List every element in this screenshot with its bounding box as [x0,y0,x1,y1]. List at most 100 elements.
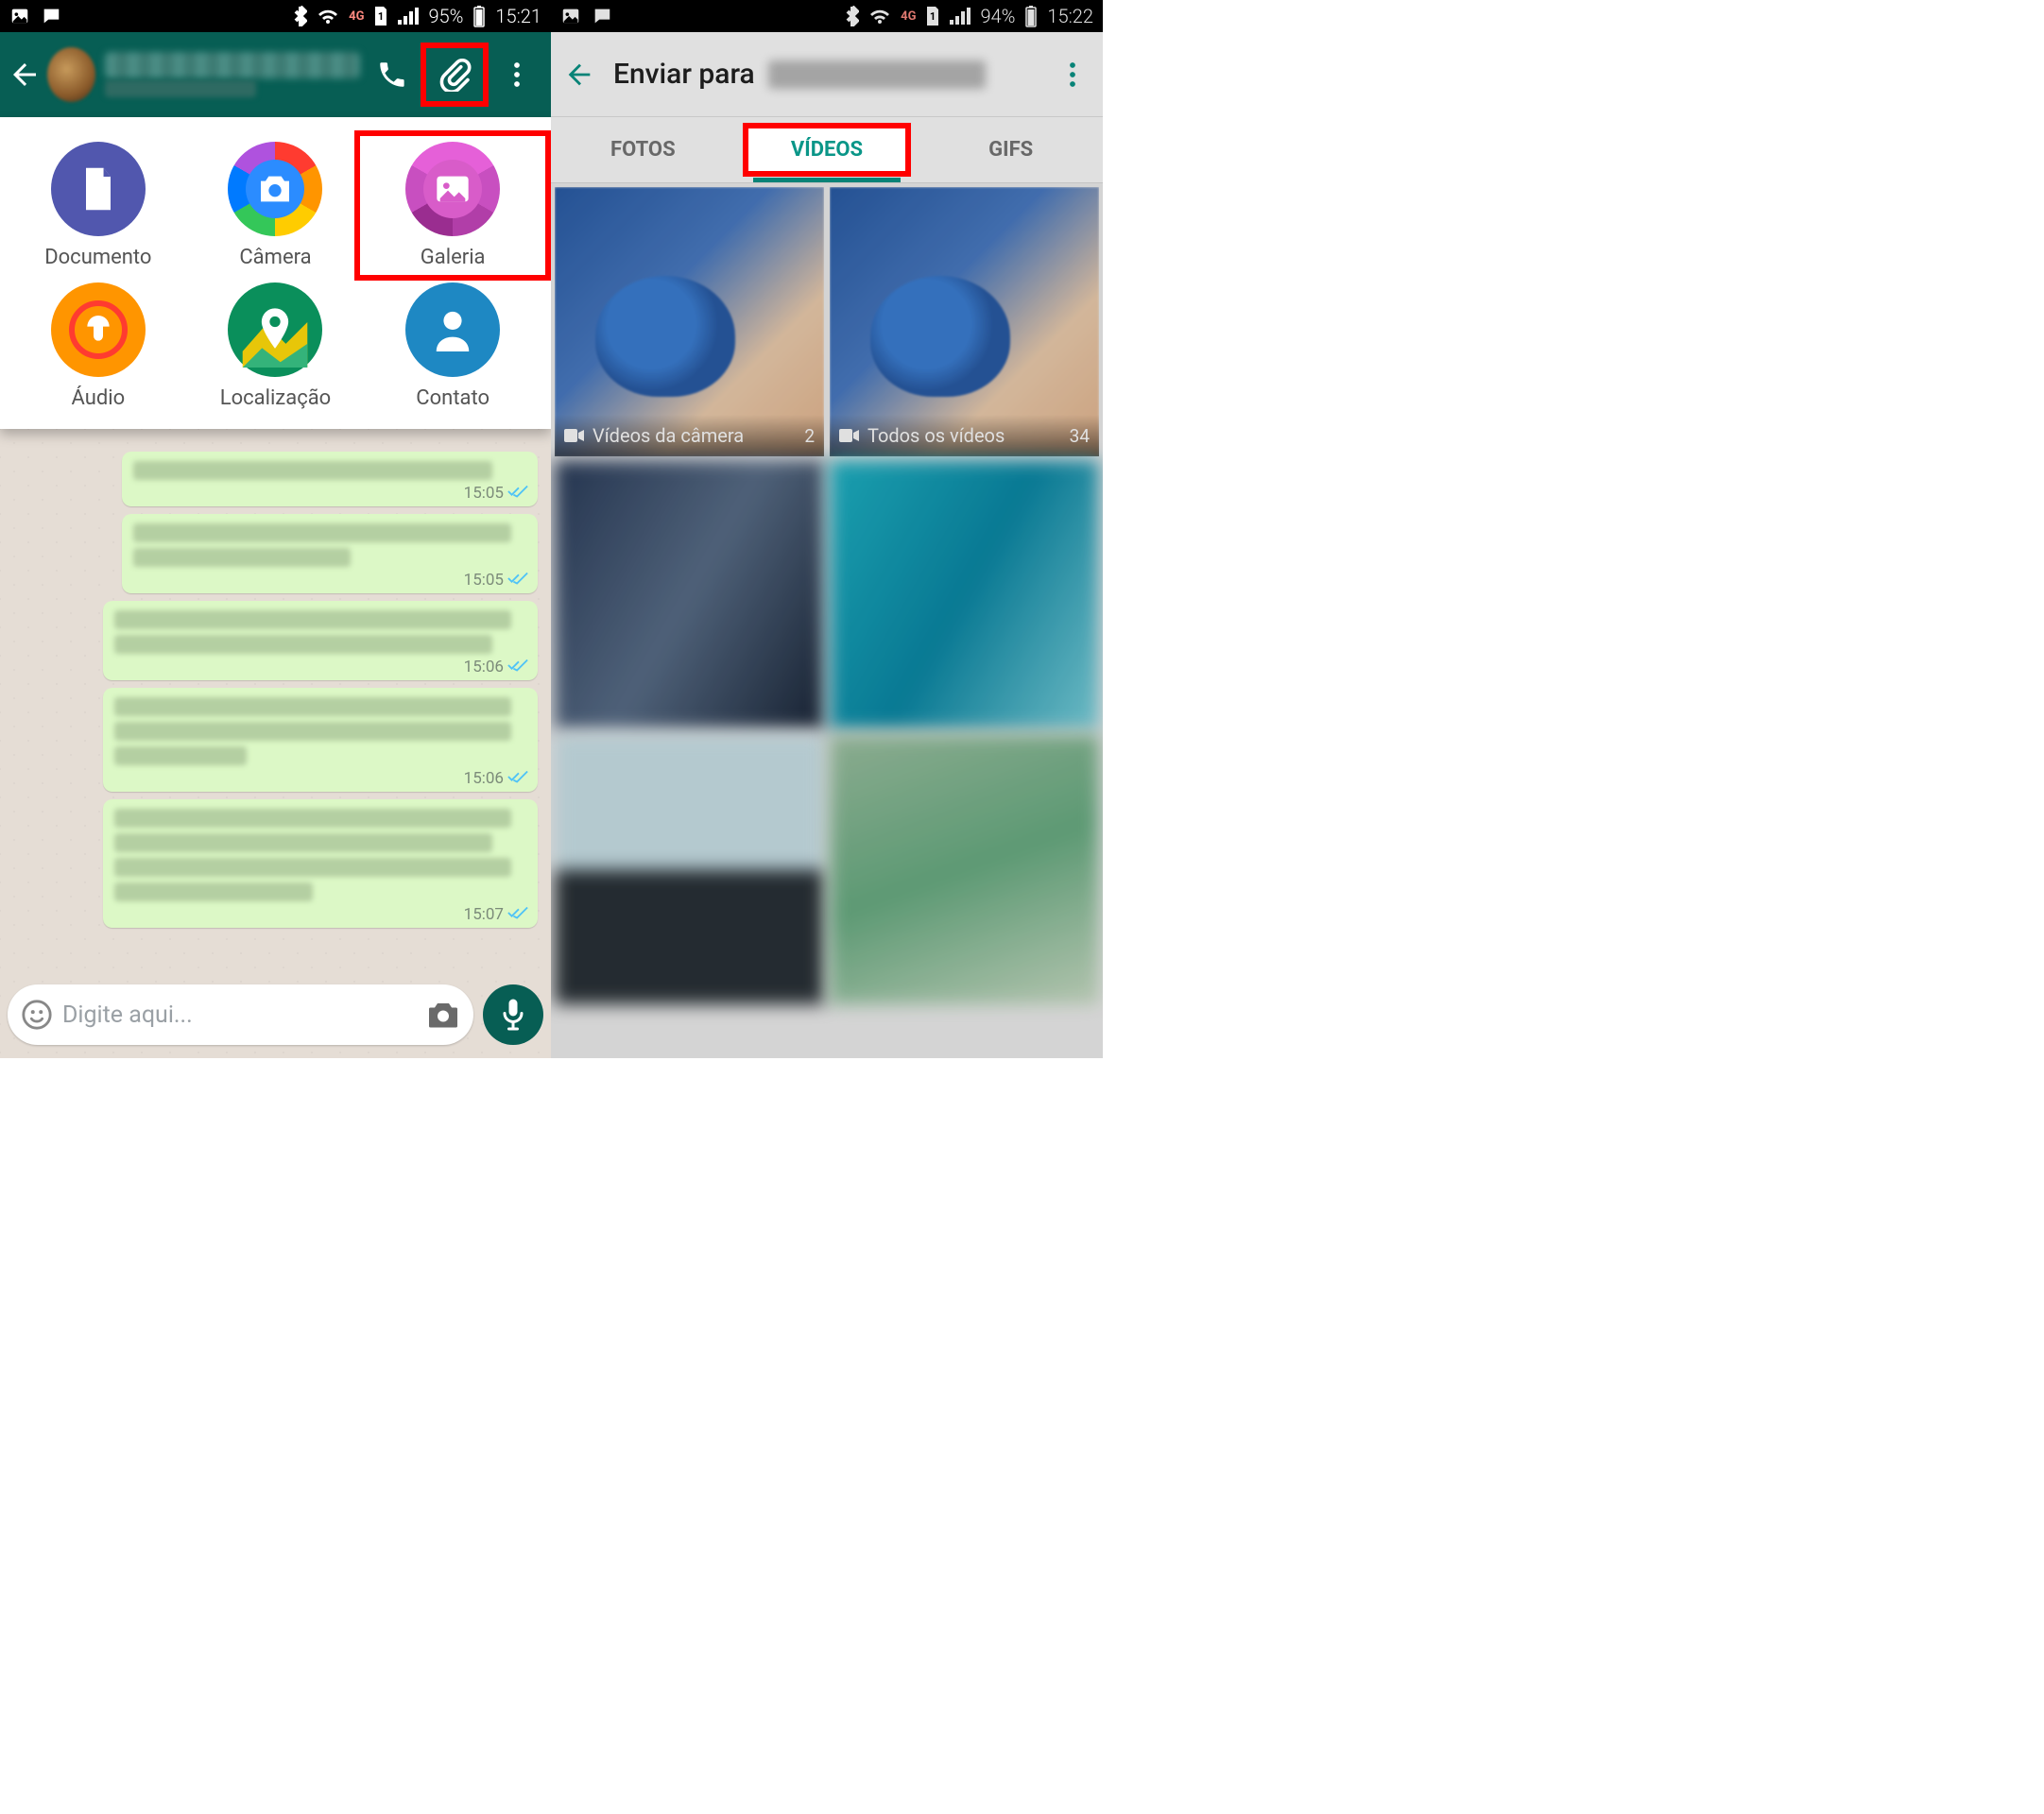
attach-label: Contato [416,386,490,410]
image-icon [9,6,30,26]
album-grid [551,460,1103,1008]
wifi-icon [868,7,891,26]
chat-header [0,32,551,117]
media-tabs: FOTOS VÍDEOS GIFS [551,117,1103,183]
battery-text: 94% [980,5,1015,27]
read-check-icon [507,769,528,788]
tab-gifs[interactable]: GIFS [919,117,1103,182]
contact-avatar[interactable] [47,47,95,102]
attach-label: Câmera [239,246,311,269]
back-button[interactable] [558,59,600,91]
album-thumb[interactable] [555,460,824,729]
message-bubble[interactable]: 15:06 [103,601,538,680]
image-icon [560,6,581,26]
phone-right: 4G 1 94% 15:22 Enviar para FOTOS VÍDEOS … [551,0,1103,1058]
back-button[interactable] [8,46,42,103]
document-icon [51,142,146,236]
clock-text: 15:22 [1047,5,1093,27]
camera-icon[interactable] [426,1000,460,1030]
msg-time: 15:05 [464,571,504,590]
more-button[interactable] [490,48,543,101]
attach-camera[interactable]: Câmera [187,142,365,275]
contact-name [105,52,360,78]
album-title: Vídeos da câmera [593,424,744,447]
placeholder: Digite aqui... [53,1001,426,1029]
msg-time: 15:07 [464,905,504,924]
tab-videos-highlight: VÍDEOS [743,123,912,177]
album-count: 34 [1070,425,1090,447]
chat-bubble-icon [591,6,613,26]
call-button[interactable] [366,48,419,101]
album-caption: Todos os vídeos 34 [830,415,1099,456]
mic-button[interactable] [483,984,543,1045]
attach-button[interactable] [428,50,481,99]
network-indicator: 4G [349,11,364,22]
album-thumb[interactable] [830,735,1099,1004]
message-input[interactable]: Digite aqui... [8,984,473,1045]
attach-label: Localização [220,386,332,410]
read-check-icon [507,905,528,924]
attach-document[interactable]: Documento [9,142,187,275]
chat-bubble-icon [40,6,62,26]
contact-icon [405,282,500,377]
album-row: Vídeos da câmera 2 Todos os vídeos 34 [551,183,1103,460]
attach-contact[interactable]: Contato [364,282,541,410]
album-thumb[interactable] [555,735,824,1004]
battery-icon [1024,5,1038,27]
video-icon [564,428,585,443]
header-title: Enviar para [613,58,755,91]
attach-label: Documento [44,246,151,269]
read-check-icon [507,484,528,503]
attach-label: Áudio [71,386,125,410]
album-thumb[interactable] [830,460,1099,729]
attach-gallery[interactable]: Galeria [405,142,500,269]
attach-button-highlight [421,43,489,107]
battery-icon [472,5,486,27]
wifi-icon [317,7,339,26]
tab-photos[interactable]: FOTOS [551,117,735,182]
signal-icon [398,8,419,25]
status-bar: 4G 1 94% 15:22 [551,0,1103,32]
read-check-icon [507,658,528,676]
tab-videos[interactable]: VÍDEOS [735,117,919,182]
video-icon [839,428,860,443]
gallery-header: Enviar para [551,32,1103,117]
contact-info[interactable] [101,52,360,97]
attach-audio[interactable]: Áudio [9,282,187,410]
read-check-icon [507,571,528,590]
sim-icon: 1 [373,7,388,26]
album-camera-videos[interactable]: Vídeos da câmera 2 [555,187,824,456]
msg-time: 15:05 [464,484,504,503]
attach-gallery-highlight: Galeria [354,130,551,281]
location-icon [228,282,322,377]
svg-text:1: 1 [378,10,384,23]
phone-left: 4G 1 95% 15:21 [0,0,551,1058]
attach-label: Galeria [421,246,486,269]
recipient-name [768,60,986,89]
gallery-icon [405,142,500,236]
msg-time: 15:06 [464,658,504,676]
message-bubble[interactable]: 15:06 [103,688,538,792]
emoji-icon[interactable] [21,999,53,1031]
bluetooth-icon [294,6,307,26]
input-bar: Digite aqui... [8,981,543,1049]
battery-text: 95% [428,5,463,27]
svg-text:1: 1 [930,10,936,23]
message-bubble[interactable]: 15:05 [122,452,538,506]
attach-location[interactable]: Localização [187,282,365,410]
album-title: Todos os vídeos [867,424,1005,447]
album-all-videos[interactable]: Todos os vídeos 34 [830,187,1099,456]
message-bubble[interactable]: 15:05 [122,514,538,593]
album-caption: Vídeos da câmera 2 [555,415,824,456]
signal-icon [950,8,970,25]
bluetooth-icon [846,6,859,26]
message-list: 15:05 15:05 15:06 15:06 15:07 [0,452,551,1013]
status-bar: 4G 1 95% 15:21 [0,0,551,32]
album-count: 2 [804,425,815,447]
message-bubble[interactable]: 15:07 [103,799,538,928]
contact-status [105,80,256,97]
more-button[interactable] [1050,60,1095,89]
msg-time: 15:06 [464,769,504,788]
sim-icon: 1 [925,7,940,26]
network-indicator: 4G [901,11,916,22]
